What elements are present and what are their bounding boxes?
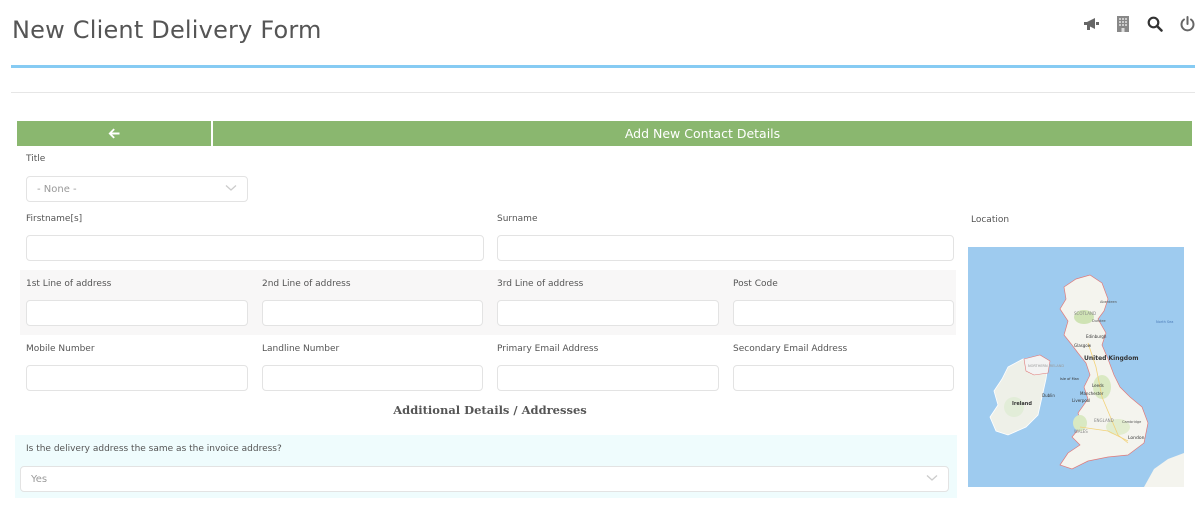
map-label-uk: United Kingdom (1084, 355, 1138, 362)
mobile-input[interactable] (26, 365, 248, 391)
address1-label: 1st Line of address (26, 279, 112, 289)
title-select-value: - None - (37, 183, 77, 195)
power-icon[interactable] (1178, 14, 1196, 34)
map-label-england: ENGLAND (1094, 418, 1114, 423)
delivery-same-label: Is the delivery address the same as the … (26, 444, 282, 454)
map-label-north-sea: North Sea (1156, 320, 1173, 324)
secondary-email-input[interactable] (733, 365, 954, 391)
map-label-leeds: Leeds (1092, 383, 1104, 388)
map-label-ni: NORTHERN IRELAND (1028, 364, 1064, 368)
address3-input[interactable] (497, 300, 719, 326)
form-heading: Add New Contact Details (213, 121, 1192, 146)
map-label-glasgow: Glasgow (1074, 343, 1092, 348)
arrow-left-icon (108, 124, 120, 143)
map-graphic: SCOTLAND Edinburgh Glasgow Aberdeen Dund… (989, 274, 1184, 487)
landline-label: Landline Number (262, 344, 340, 354)
location-label: Location (971, 215, 1010, 225)
search-icon[interactable] (1146, 14, 1164, 34)
map-label-ireland: Ireland (1012, 401, 1032, 407)
map-label-cambridge: Cambridge (1122, 420, 1141, 424)
landline-input[interactable] (262, 365, 483, 391)
megaphone-icon[interactable] (1082, 14, 1100, 34)
surname-label: Surname (497, 214, 538, 224)
title-underline (11, 65, 1195, 68)
secondary-email-label: Secondary Email Address (733, 344, 848, 354)
map-label-dundee: Dundee (1092, 319, 1106, 323)
postcode-input[interactable] (733, 300, 954, 326)
title-label: Title (26, 154, 46, 164)
building-icon[interactable] (1114, 14, 1132, 34)
primary-email-input[interactable] (497, 365, 719, 391)
address1-input[interactable] (26, 300, 248, 326)
divider (11, 92, 1195, 93)
page-title: New Client Delivery Form (12, 16, 322, 44)
additional-heading: Additional Details / Addresses (393, 403, 587, 417)
form-header-bar: Add New Contact Details (17, 121, 1192, 146)
map-label-liverpool: Liverpool (1072, 398, 1090, 403)
address2-label: 2nd Line of address (262, 279, 351, 289)
address2-input[interactable] (262, 300, 483, 326)
firstnames-input[interactable] (26, 235, 484, 261)
map-label-wales: WALES (1074, 429, 1088, 434)
firstnames-label: Firstname[s] (26, 214, 83, 224)
title-select[interactable]: - None - (26, 176, 248, 202)
delivery-same-value: Yes (31, 473, 48, 485)
surname-input[interactable] (497, 235, 954, 261)
postcode-label: Post Code (733, 279, 778, 289)
map-label-manchester: Manchester (1080, 391, 1104, 396)
back-button[interactable] (17, 121, 211, 146)
location-map[interactable]: SCOTLAND Edinburgh Glasgow Aberdeen Dund… (968, 247, 1184, 487)
map-label-aberdeen: Aberdeen (1100, 300, 1117, 304)
map-label-isle-of-man: Isle of Man (1060, 377, 1079, 381)
delivery-same-select[interactable]: Yes (20, 466, 949, 492)
chevron-down-icon (225, 184, 237, 195)
france-landmass (1144, 453, 1184, 487)
map-label-scotland: SCOTLAND (1074, 311, 1096, 316)
chevron-down-icon (926, 474, 938, 485)
map-label-dublin: Dublin (1042, 393, 1055, 398)
svg-text:United Kingdom: United Kingdom (1084, 355, 1138, 362)
header-toolbar (1082, 14, 1196, 34)
map-label-london: London (1128, 435, 1145, 441)
address3-label: 3rd Line of address (497, 279, 584, 289)
mobile-label: Mobile Number (26, 344, 95, 354)
map-label-edinburgh: Edinburgh (1086, 334, 1107, 339)
primary-email-label: Primary Email Address (497, 344, 599, 354)
